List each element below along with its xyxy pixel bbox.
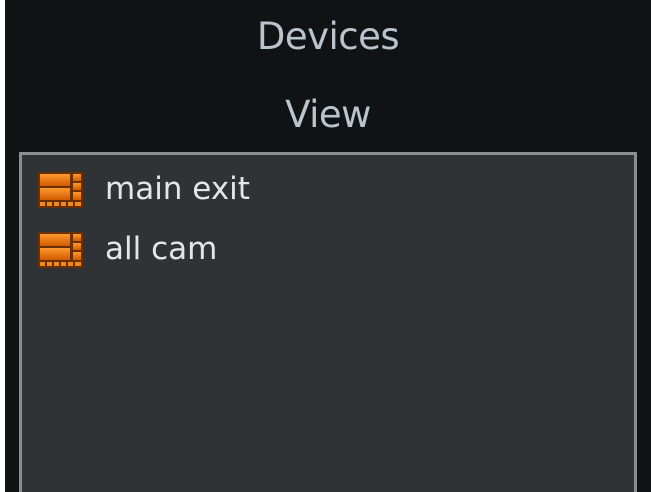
tab-devices[interactable]: Devices xyxy=(5,10,651,64)
video-grid-icon xyxy=(38,172,83,208)
list-item-label: main exit xyxy=(105,171,250,207)
list-item-all-cam[interactable]: all cam xyxy=(22,223,634,275)
tab-view[interactable]: View xyxy=(5,88,651,142)
devices-view-panel: Devices View main exit all cam xyxy=(5,0,651,492)
video-grid-icon xyxy=(38,232,83,268)
views-list: main exit all cam xyxy=(19,152,637,492)
list-item-main-exit[interactable]: main exit xyxy=(22,163,634,215)
list-item-label: all cam xyxy=(105,231,218,267)
